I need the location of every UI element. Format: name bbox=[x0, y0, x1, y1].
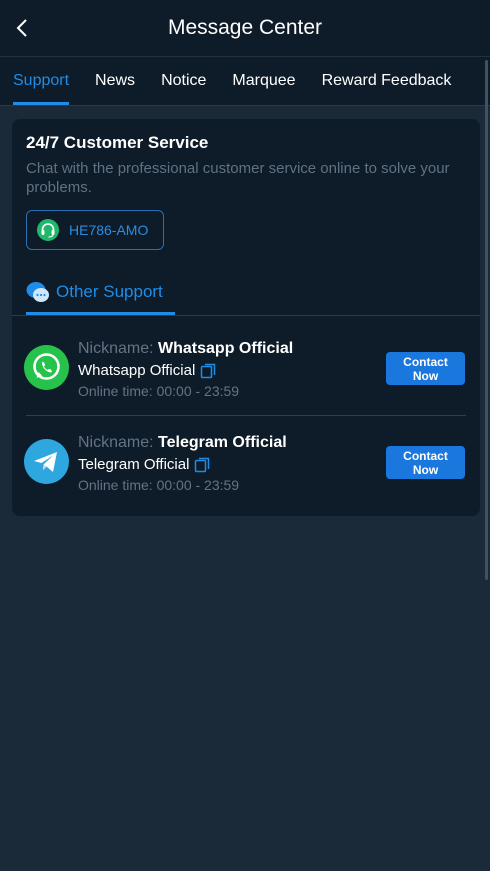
back-arrow-icon[interactable] bbox=[10, 14, 34, 42]
contact-item-telegram: Nickname: Telegram Official Telegram Off… bbox=[12, 432, 480, 512]
copy-icon[interactable] bbox=[200, 363, 216, 379]
contact-now-button[interactable]: Contact Now bbox=[386, 352, 465, 385]
account-name: Telegram Official bbox=[78, 456, 190, 473]
item-divider bbox=[26, 415, 466, 416]
other-support-label: Other Support bbox=[56, 282, 163, 301]
tab-bar: Support News Notice Marquee Reward Feedb… bbox=[0, 57, 490, 106]
nickname-label: Nickname: bbox=[78, 340, 154, 357]
header-bar: Message Center bbox=[0, 0, 490, 57]
nickname-value: Whatsapp Official bbox=[158, 340, 294, 357]
contact-item-whatsapp: Nickname: Whatsapp Official Whatsapp Off… bbox=[12, 338, 480, 418]
nickname-line: Nickname: Telegram Official bbox=[78, 434, 287, 452]
telegram-icon bbox=[24, 439, 69, 484]
tab-support[interactable]: Support bbox=[13, 57, 70, 105]
account-line: Telegram Official bbox=[78, 456, 210, 473]
headset-icon bbox=[37, 219, 59, 241]
tab-reward-feedback[interactable]: Reward Feedback bbox=[322, 57, 452, 105]
tab-marquee[interactable]: Marquee bbox=[232, 57, 295, 105]
customer-service-code: HE786-AMO bbox=[69, 222, 149, 238]
copy-icon[interactable] bbox=[194, 457, 210, 473]
chat-bubble-icon bbox=[26, 282, 49, 302]
nickname-label: Nickname: bbox=[78, 434, 154, 451]
account-line: Whatsapp Official bbox=[78, 362, 216, 379]
tab-notice[interactable]: Notice bbox=[161, 57, 206, 105]
contact-now-button[interactable]: Contact Now bbox=[386, 446, 465, 479]
nickname-value: Telegram Official bbox=[158, 434, 287, 451]
tab-other-support[interactable]: Other Support bbox=[26, 279, 175, 315]
online-time: Online time: 00:00 - 23:59 bbox=[78, 383, 240, 399]
customer-service-title: 24/7 Customer Service bbox=[26, 133, 209, 152]
scrollbar[interactable] bbox=[485, 60, 488, 580]
customer-service-code-button[interactable]: HE786-AMO bbox=[26, 210, 164, 250]
whatsapp-icon bbox=[24, 345, 69, 390]
nickname-line: Nickname: Whatsapp Official bbox=[78, 340, 293, 358]
support-card: 24/7 Customer Service Chat with the prof… bbox=[12, 119, 480, 516]
account-name: Whatsapp Official bbox=[78, 362, 196, 379]
divider bbox=[12, 315, 480, 316]
online-time: Online time: 00:00 - 23:59 bbox=[78, 477, 240, 493]
customer-service-description: Chat with the professional customer serv… bbox=[26, 160, 450, 196]
tab-news[interactable]: News bbox=[95, 57, 135, 105]
page-title: Message Center bbox=[167, 16, 323, 39]
